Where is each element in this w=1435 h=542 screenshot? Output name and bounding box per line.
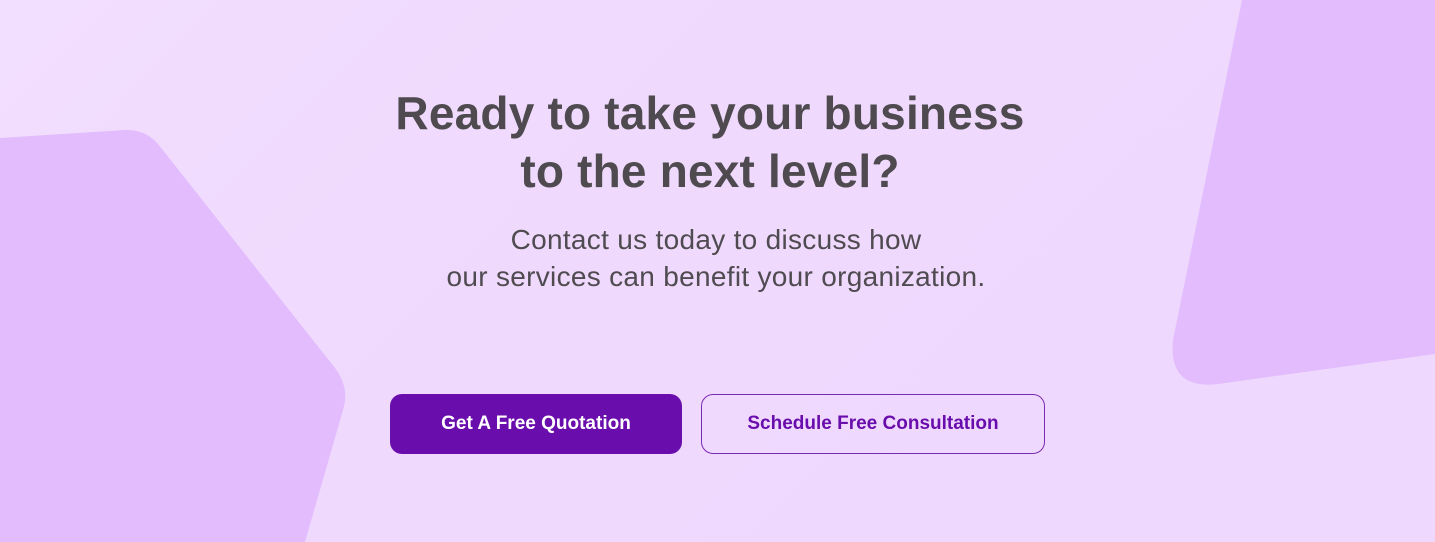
subtext-line-2: our services can benefit your organizati… [446, 261, 986, 292]
cta-headline: Ready to take your business to the next … [0, 84, 1420, 200]
headline-line-2: to the next level? [520, 145, 900, 197]
headline-line-1: Ready to take your business [395, 87, 1025, 139]
cta-banner: Ready to take your business to the next … [0, 0, 1435, 542]
get-free-quotation-button[interactable]: Get A Free Quotation [390, 394, 682, 454]
subtext-line-1: Contact us today to discuss how [510, 224, 922, 255]
schedule-free-consultation-button[interactable]: Schedule Free Consultation [701, 394, 1045, 454]
cta-subtext: Contact us today to discuss how our serv… [0, 221, 1432, 295]
